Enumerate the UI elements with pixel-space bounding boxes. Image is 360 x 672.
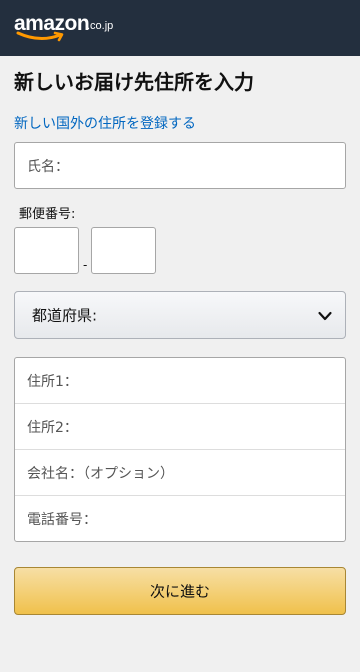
page-title: 新しいお届け先住所を入力: [14, 70, 254, 94]
name-field[interactable]: 氏名：: [14, 142, 346, 189]
postal-code-first-field[interactable]: [14, 227, 79, 274]
company-name-field[interactable]: 会社名：（オプション）: [15, 450, 345, 496]
phone-number-placeholder: 電話番号：: [27, 512, 97, 528]
phone-number-field[interactable]: 電話番号：: [15, 496, 345, 542]
intl-address-link[interactable]: 新しい国外の住所を登録する: [14, 113, 196, 133]
next-button-label: 次に進む: [149, 582, 210, 601]
postal-code-separator: -: [83, 258, 88, 272]
chevron-down-icon: [318, 311, 332, 321]
smile-arrow-icon: [16, 31, 64, 42]
prefecture-select[interactable]: 都道府県:: [14, 291, 346, 339]
address-line2-placeholder: 住所2：: [27, 419, 78, 436]
address-line1-placeholder: 住所1：: [27, 373, 78, 390]
name-placeholder: 氏名：: [27, 158, 69, 175]
logo-domain: .co.jp: [87, 20, 114, 32]
address-line1-field[interactable]: 住所1：: [15, 358, 345, 404]
postal-code-second-field[interactable]: [91, 227, 156, 274]
next-button[interactable]: 次に進む: [14, 567, 346, 615]
amazon-logo[interactable]: amazon .co.jp: [14, 10, 124, 42]
postal-code-label: 郵便番号:: [19, 207, 76, 222]
address-line2-field[interactable]: 住所2：: [15, 404, 345, 450]
prefecture-label: 都道府県:: [32, 306, 98, 325]
header-bar: amazon .co.jp: [0, 0, 360, 56]
company-name-placeholder: 会社名：（オプション）: [27, 465, 174, 482]
address-fields-group: 住所1： 住所2： 会社名：（オプション） 電話番号：: [14, 357, 346, 542]
